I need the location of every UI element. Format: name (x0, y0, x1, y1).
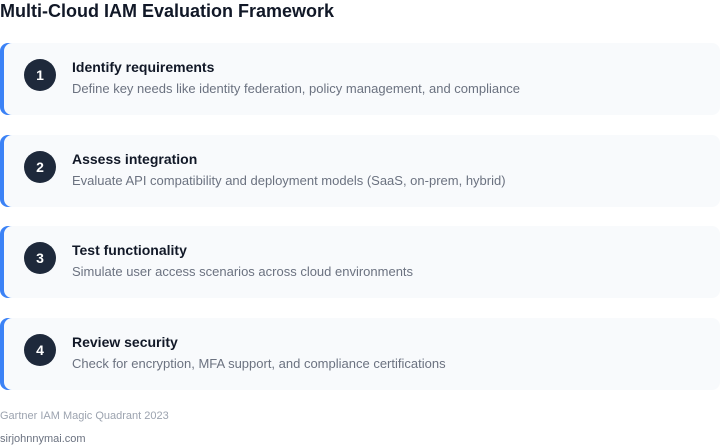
source-note: Gartner IAM Magic Quadrant 2023 (0, 410, 169, 422)
step-title: Identify requirements (72, 59, 215, 75)
step-description: Evaluate API compatibility and deploymen… (72, 173, 506, 188)
step-card-3: 3 Test functionality Simulate user acces… (0, 226, 720, 298)
step-title: Assess integration (72, 151, 198, 167)
step-description: Define key needs like identity federatio… (72, 81, 521, 96)
step-number-badge: 3 (24, 242, 56, 274)
step-description: Check for encryption, MFA support, and c… (72, 356, 446, 371)
credit-link[interactable]: sirjohnnymai.com (0, 432, 86, 446)
step-number-badge: 4 (24, 334, 56, 366)
step-card-1: 1 Identify requirements Define key needs… (0, 43, 720, 115)
step-number-badge: 2 (24, 151, 56, 183)
step-number-badge: 1 (24, 59, 56, 91)
step-title: Test functionality (72, 242, 187, 258)
step-title: Review security (72, 334, 178, 350)
step-card-4: 4 Review security Check for encryption, … (0, 318, 720, 390)
step-card-2: 2 Assess integration Evaluate API compat… (0, 135, 720, 207)
step-description: Simulate user access scenarios across cl… (72, 264, 414, 279)
page-title: Multi-Cloud IAM Evaluation Framework (0, 1, 335, 21)
